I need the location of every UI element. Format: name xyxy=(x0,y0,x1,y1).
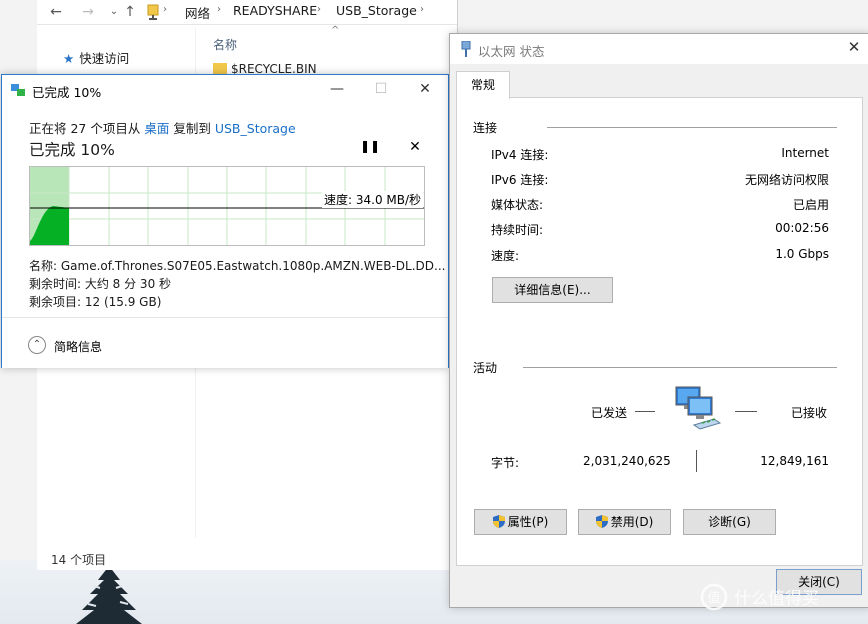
dialog-footer: ⌃ 简略信息 xyxy=(2,317,448,368)
received-label: 已接收 xyxy=(791,406,828,420)
ipv6-value: 无网络访问权限 xyxy=(744,173,829,187)
column-header-name[interactable]: 名称 xyxy=(213,36,237,53)
file-name-line: 名称: Game.of.Thrones.S07E05.Eastwatch.108… xyxy=(29,259,446,273)
cancel-icon[interactable]: ✕ xyxy=(406,139,424,157)
title-bar: 以太网 状态 ✕ xyxy=(450,34,868,64)
breadcrumb-separator-icon: › xyxy=(317,4,321,15)
ipv6-label: IPv6 连接: xyxy=(491,173,549,187)
pause-icon[interactable]: ❚❚ xyxy=(360,139,380,157)
ethernet-status-dialog: 以太网 状态 ✕ 常规 连接 IPv4 连接: Internet IPv6 连接… xyxy=(449,33,868,608)
sort-arrow-icon: ^ xyxy=(331,25,340,36)
pine-tree-icon xyxy=(76,566,142,624)
section-title-connection: 连接 xyxy=(473,121,498,135)
back-icon[interactable]: ← xyxy=(45,1,67,23)
sidebar-item-label: 快速访问 xyxy=(79,51,130,66)
properties-button-label: 属性(P) xyxy=(507,515,549,529)
copy-desc-prefix: 正在将 27 个项目从 xyxy=(29,121,141,136)
media-state-label: 媒体状态: xyxy=(491,198,544,212)
breadcrumb-readyshare[interactable]: READYSHARE xyxy=(233,3,317,18)
section-title-activity: 活动 xyxy=(473,361,498,375)
bytes-received-value: 12,849,161 xyxy=(760,454,829,468)
close-icon[interactable]: ✕ xyxy=(403,75,447,103)
network-computers-icon xyxy=(675,386,722,430)
bytes-divider xyxy=(696,450,697,472)
disable-button[interactable]: 禁用(D) xyxy=(578,509,671,535)
destination-link[interactable]: USB_Storage xyxy=(215,121,296,136)
maximize-icon: ☐ xyxy=(374,81,388,97)
sent-line xyxy=(635,411,655,412)
copy-icon xyxy=(11,84,25,96)
copy-desc-mid: 复制到 xyxy=(173,121,211,136)
sidebar-item-quick-access[interactable]: ★ 快速访问 xyxy=(63,48,129,67)
close-icon[interactable]: ✕ xyxy=(842,38,866,56)
remaining-items: 剩余项目: 12 (15.9 GB) xyxy=(29,295,162,309)
speed-label: 速度: 34.0 MB/秒 xyxy=(322,191,424,208)
network-folder-icon xyxy=(147,4,159,20)
breadcrumb-usb-storage[interactable]: USB_Storage xyxy=(336,3,417,18)
details-button[interactable]: 详细信息(E)... xyxy=(492,277,613,303)
properties-button[interactable]: 属性(P) xyxy=(474,509,567,535)
duration-label: 持续时间: xyxy=(491,223,544,237)
address-bar: ← → ⌄ ↑ › 网络 › READYSHARE › USB_Storage … xyxy=(37,0,457,25)
fewer-details-link[interactable]: 简略信息 xyxy=(54,338,102,355)
window-title: 以太网 状态 xyxy=(478,44,545,59)
uac-shield-icon xyxy=(492,515,505,528)
section-divider xyxy=(523,367,837,368)
up-icon[interactable]: ↑ xyxy=(119,1,141,23)
bytes-label: 字节: xyxy=(491,456,520,470)
copy-progress-dialog: 已完成 10% — ☐ ✕ 正在将 27 个项目从 桌面 复制到 USB_Sto… xyxy=(1,74,449,368)
ethernet-plug-icon xyxy=(461,41,471,57)
watermark-logo: 值 什么值得买 xyxy=(700,583,819,611)
disable-button-label: 禁用(D) xyxy=(610,515,654,529)
source-link[interactable]: 桌面 xyxy=(144,121,169,136)
ipv4-label: IPv4 连接: xyxy=(491,148,549,162)
minimize-icon[interactable]: — xyxy=(315,75,359,103)
received-line xyxy=(735,411,757,412)
forward-icon[interactable]: → xyxy=(77,1,99,23)
speed-value: 1.0 Gbps xyxy=(775,247,829,261)
item-count: 14 个项目 xyxy=(51,553,107,567)
uac-shield-icon xyxy=(595,515,608,528)
tab-panel-general: 连接 IPv4 连接: Internet IPv6 连接: 无网络访问权限 媒体… xyxy=(456,97,863,566)
section-divider xyxy=(547,127,837,128)
breadcrumb-network[interactable]: 网络 xyxy=(185,3,210,22)
chevron-up-icon[interactable]: ⌃ xyxy=(28,336,46,354)
bytes-sent-value: 2,031,240,625 xyxy=(583,454,671,468)
duration-value: 00:02:56 xyxy=(775,221,829,235)
remaining-time: 剩余时间: 大约 8 分 30 秒 xyxy=(29,277,172,291)
sent-label: 已发送 xyxy=(591,406,628,420)
star-icon: ★ xyxy=(63,51,75,66)
speed-label: 速度: xyxy=(491,249,520,263)
breadcrumb-separator-icon: › xyxy=(217,4,221,15)
breadcrumb-separator-icon: › xyxy=(163,4,167,15)
percent-complete: 已完成 10% xyxy=(29,141,115,159)
svg-text:什么值得买: 什么值得买 xyxy=(734,589,819,609)
folder-icon xyxy=(213,63,227,74)
tab-general[interactable]: 常规 xyxy=(456,71,510,99)
diagnose-button[interactable]: 诊断(G) xyxy=(683,509,776,535)
media-state-value: 已启用 xyxy=(792,198,829,212)
speed-graph: 速度: 34.0 MB/秒 xyxy=(29,166,425,246)
ipv4-value: Internet xyxy=(781,146,829,160)
window-title: 已完成 10% xyxy=(32,85,102,100)
svg-text:值: 值 xyxy=(707,590,720,606)
breadcrumb-separator-icon: › xyxy=(420,4,424,15)
copy-description: 正在将 27 个项目从 桌面 复制到 USB_Storage xyxy=(29,118,296,137)
